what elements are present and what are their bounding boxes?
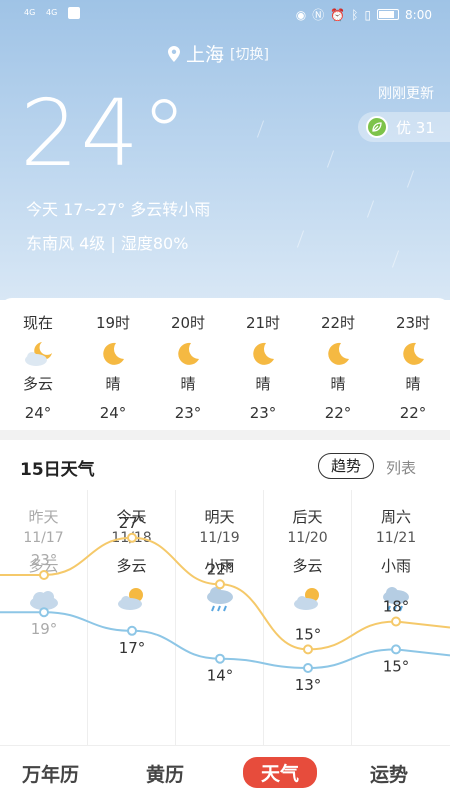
moon-icon (403, 342, 424, 365)
high-temp-point (303, 644, 313, 655)
nfc-icon: Ⓝ (312, 8, 325, 22)
moon-cloud-icon (25, 342, 52, 366)
trend-view-button[interactable]: 趋势 (318, 453, 374, 479)
hour-weather: 晴 (105, 375, 121, 393)
hour-temp: 24° (99, 404, 127, 422)
hourly-forecast[interactable]: 现在 多云 24° 19时 晴 24° 20时 晴 23° 21时 晴 23° … (0, 298, 450, 428)
battery-icon (377, 9, 400, 20)
update-status: 刚刚更新 (378, 86, 434, 102)
hour-weather: 多云 (22, 375, 53, 393)
moon-icon (253, 342, 274, 365)
location-pin-icon (168, 45, 180, 62)
hour-time: 22时 (320, 314, 356, 332)
low-temp-label: 15° (383, 657, 410, 675)
hour-item: 23时 晴 22° (383, 312, 443, 422)
bluetooth-icon: ᛒ (351, 7, 359, 22)
divider (0, 430, 450, 440)
high-temp-label: 22° (207, 560, 234, 578)
hour-temp: 24° (24, 404, 52, 422)
hour-weather: 晴 (255, 375, 271, 393)
signal-icon: 4G (24, 8, 36, 17)
tab-fortune[interactable]: 运势 (370, 760, 408, 787)
high-temp-label: 18° (383, 598, 410, 616)
low-temp-point (39, 607, 49, 618)
high-temp-label: 15° (295, 625, 322, 643)
high-temp-point (215, 579, 225, 590)
hour-temp: 23° (174, 404, 202, 422)
clock: 8:00 (405, 7, 432, 22)
hour-temp: 22° (324, 404, 352, 422)
hour-item: 21时 晴 23° (233, 312, 293, 422)
switch-city-link[interactable]: [切换] (230, 44, 269, 64)
hour-time: 现在 (22, 314, 53, 332)
tab-weather[interactable]: 天气 (243, 757, 318, 788)
high-temp-point (39, 570, 49, 580)
aqi-value: 优 31 (396, 118, 435, 137)
hour-time: 20时 (170, 314, 206, 332)
low-temp-label: 17° (119, 639, 146, 657)
hour-time: 23时 (395, 314, 431, 332)
high-temp-line (0, 536, 450, 651)
temperature-trend-chart: 23° 27° 22° 15° 18° 19° 17° 14° 13° 15° (0, 514, 450, 694)
vibrate-icon: ▯ (364, 7, 372, 22)
hour-item: 22时 晴 22° (308, 312, 368, 422)
hour-time: 21时 (245, 314, 281, 332)
high-temp-label: 27° (119, 514, 146, 532)
today-summary: 今天 17~27° 多云转小雨 (26, 200, 211, 219)
signal-icon: 4G (46, 8, 58, 17)
low-temp-point (391, 644, 401, 655)
city-name: 上海 (186, 44, 225, 66)
location-selector[interactable]: 上海 [切换] (168, 40, 269, 67)
hour-weather: 晴 (405, 375, 421, 393)
status-bar: 4G 4G ◉ Ⓝ ⏰ ᛒ ▯ 8:00 (0, 0, 450, 26)
low-temp-point (127, 625, 137, 636)
low-temp-point (303, 663, 313, 673)
bottom-tab-bar: 万年历 黄历 天气 运势 (0, 745, 450, 800)
current-temperature: 24° (20, 80, 190, 187)
hour-time: 19时 (95, 314, 131, 332)
low-temp-label: 19° (31, 620, 58, 638)
eye-icon: ◉ (295, 7, 307, 22)
hour-item: 19时 晴 24° (83, 312, 143, 422)
moon-icon (178, 342, 199, 365)
hour-temp: 23° (249, 404, 277, 422)
alarm-icon: ⏰ (330, 7, 346, 22)
tab-almanac[interactable]: 黄历 (146, 760, 184, 787)
leaf-icon (366, 116, 388, 138)
list-view-button[interactable]: 列表 (386, 457, 416, 478)
wind-humidity: 东南风 4级 | 湿度80% (26, 234, 189, 253)
high-temp-point (127, 532, 137, 543)
aqi-badge[interactable]: 优 31 (358, 112, 450, 142)
low-temp-label: 13° (295, 676, 322, 694)
app-notification-icon (68, 7, 80, 19)
tab-calendar[interactable]: 万年历 (22, 760, 79, 787)
hour-item: 20时 晴 23° (158, 312, 218, 422)
forecast-title: 15日天气 (20, 460, 95, 480)
moon-icon (103, 342, 124, 365)
high-temp-label: 23° (31, 551, 58, 569)
hour-item: 现在 多云 24° (8, 312, 68, 422)
low-temp-label: 14° (207, 667, 234, 685)
hour-weather: 晴 (330, 375, 346, 393)
moon-icon (328, 342, 349, 365)
hour-temp: 22° (399, 404, 427, 422)
hour-weather: 晴 (180, 375, 196, 393)
low-temp-point (215, 653, 225, 664)
high-temp-point (391, 616, 401, 627)
